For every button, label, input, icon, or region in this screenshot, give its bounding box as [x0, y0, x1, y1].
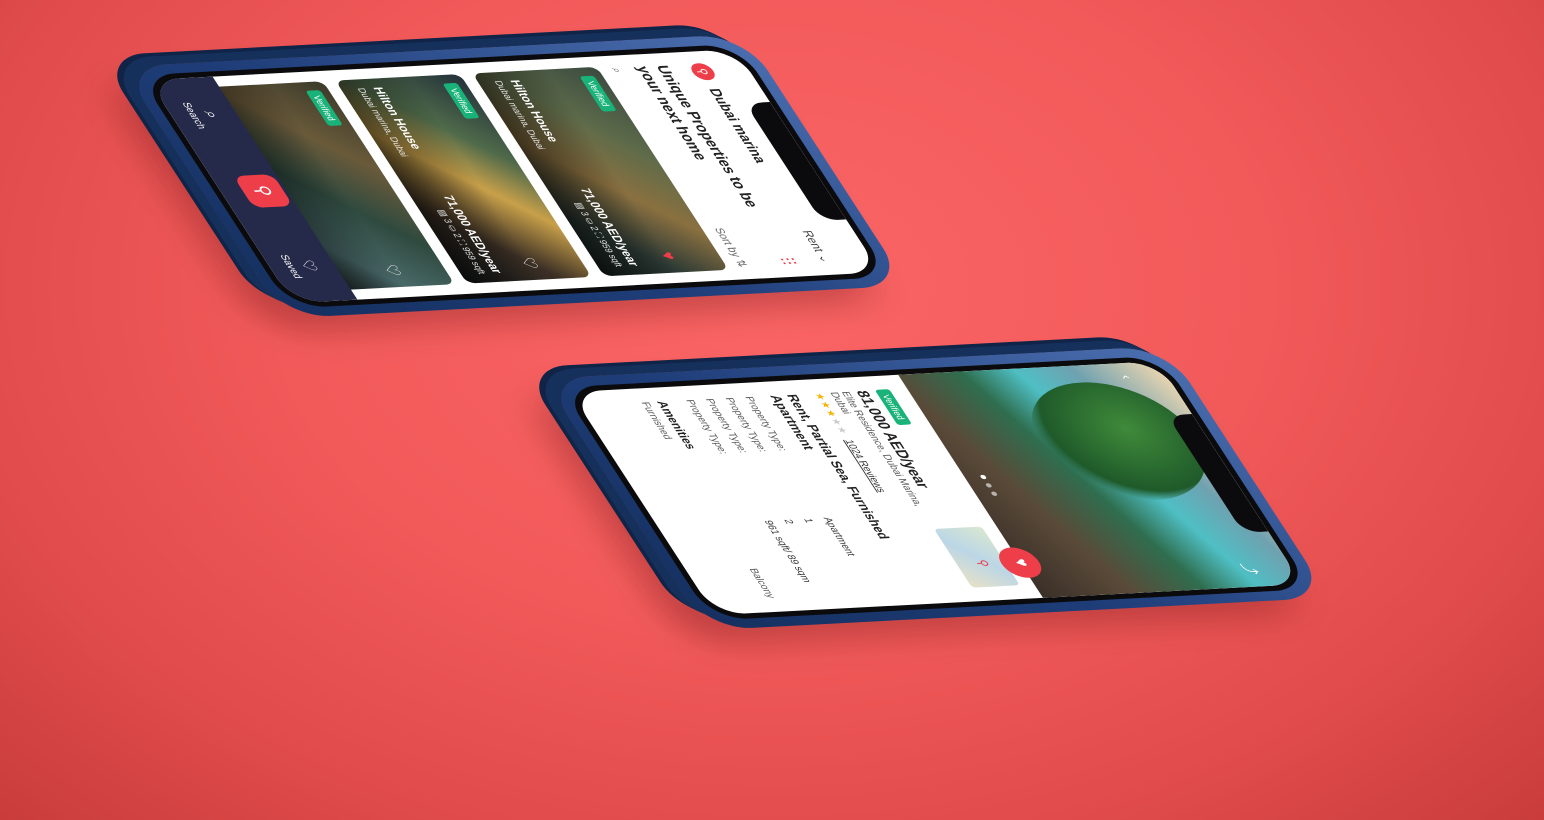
back-arrow-icon[interactable]: ‹	[1118, 375, 1137, 380]
map-pin-icon: ⚲	[973, 559, 993, 568]
phone-property-detail: ‹ ⤴ ♥ Verified 81,000 AED/year Elite Res…	[521, 346, 1330, 647]
detail-screen: ‹ ⤴ ♥ Verified 81,000 AED/year Elite Res…	[570, 361, 1303, 616]
tab-search[interactable]: ⌕ Search	[180, 101, 229, 129]
filter-icon[interactable]: ⫶⫶	[756, 257, 801, 267]
search-icon: ⌕	[200, 110, 223, 119]
phone-search-results: ⚲ Dubai marina Rent ⌄ Unique Properties …	[99, 34, 908, 335]
tab-saved[interactable]: ♡ Saved	[277, 253, 327, 278]
search-screen: ⚲ Dubai marina Rent ⌄ Unique Properties …	[148, 49, 881, 304]
location-pin-icon: ⚲	[249, 184, 278, 197]
mockup-scene: ⚲ Dubai marina Rent ⌄ Unique Properties …	[0, 0, 1544, 820]
rent-dropdown[interactable]: Rent ⌄	[799, 230, 835, 263]
search-icon[interactable]: ⌕	[607, 67, 624, 73]
heart-icon: ♥	[1009, 558, 1033, 568]
location-pin-icon: ⚲	[687, 62, 719, 81]
